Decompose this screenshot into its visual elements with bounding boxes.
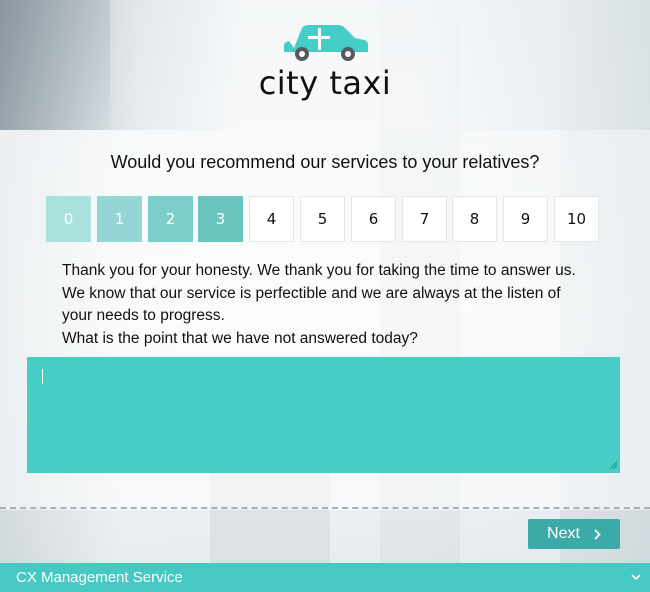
- score-option-1[interactable]: 1: [97, 196, 142, 242]
- score-option-8[interactable]: 8: [452, 196, 497, 242]
- score-option-label: 5: [317, 210, 328, 228]
- score-option-4[interactable]: 4: [249, 196, 294, 242]
- footer-bar[interactable]: CX Management Service: [0, 563, 650, 592]
- followup-line: We know that our service is perfectible …: [62, 284, 561, 302]
- score-option-label: 2: [165, 210, 176, 228]
- resize-handle-icon[interactable]: [608, 460, 618, 470]
- score-option-6[interactable]: 6: [351, 196, 396, 242]
- score-option-2[interactable]: 2: [148, 196, 193, 242]
- followup-question: What is the point that we have not answe…: [62, 329, 418, 347]
- score-option-label: 9: [520, 210, 531, 228]
- score-option-label: 0: [63, 210, 74, 228]
- score-option-label: 7: [419, 210, 430, 228]
- next-button[interactable]: Next: [528, 519, 620, 549]
- score-option-10[interactable]: 10: [554, 196, 599, 242]
- footer-label: CX Management Service: [16, 569, 183, 586]
- score-option-0[interactable]: 0: [46, 196, 91, 242]
- score-option-label: 3: [215, 210, 226, 228]
- score-option-label: 1: [114, 210, 125, 228]
- score-option-3[interactable]: 3: [198, 196, 243, 242]
- rating-scale: 0 1 2 3 4 5 6 7 8 9 10: [46, 196, 602, 244]
- followup-line: Thank you for your honesty. We thank you…: [62, 262, 576, 279]
- answer-textarea[interactable]: [27, 357, 620, 473]
- taxi-car-icon: [284, 25, 368, 61]
- score-option-label: 10: [566, 210, 587, 228]
- followup-message: Thank you for your honesty. We thank you…: [62, 260, 622, 350]
- brand-name: city taxi: [258, 64, 392, 102]
- next-button-label: Next: [547, 525, 580, 542]
- followup-line: your needs to progress.: [62, 307, 225, 324]
- score-option-label: 8: [469, 210, 480, 228]
- score-option-5[interactable]: 5: [300, 196, 345, 242]
- score-option-7[interactable]: 7: [402, 196, 447, 242]
- chevron-right-icon: [594, 528, 601, 540]
- survey-question: Would you recommend our services to your…: [110, 152, 540, 172]
- score-option-label: 4: [266, 210, 277, 228]
- text-cursor: [42, 369, 43, 384]
- section-divider: [0, 507, 650, 509]
- chevron-down-icon[interactable]: [630, 571, 642, 583]
- score-option-9[interactable]: 9: [503, 196, 548, 242]
- score-option-label: 6: [368, 210, 379, 228]
